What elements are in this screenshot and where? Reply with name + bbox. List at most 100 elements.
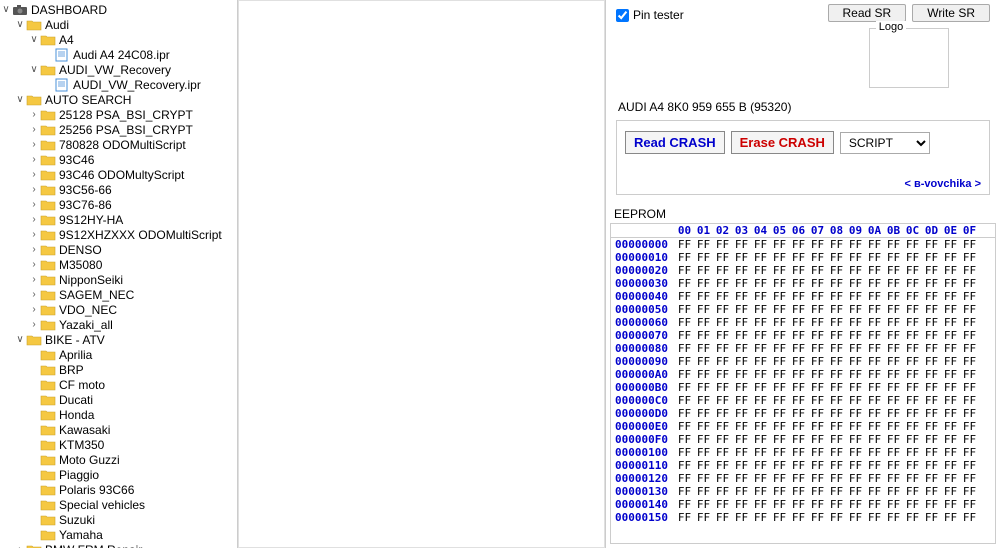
hex-byte[interactable]: FF [751, 251, 770, 264]
hex-byte[interactable]: FF [865, 303, 884, 316]
hex-byte[interactable]: FF [713, 394, 732, 407]
hex-byte[interactable]: FF [675, 459, 694, 472]
hex-byte[interactable]: FF [694, 485, 713, 498]
hex-byte[interactable]: FF [922, 485, 941, 498]
hex-byte[interactable]: FF [884, 264, 903, 277]
hex-byte[interactable]: FF [808, 459, 827, 472]
hex-byte[interactable]: FF [770, 342, 789, 355]
hex-byte[interactable]: FF [960, 316, 979, 329]
hex-byte[interactable]: FF [903, 238, 922, 251]
hex-byte[interactable]: FF [941, 485, 960, 498]
hex-byte[interactable]: FF [884, 381, 903, 394]
hex-byte[interactable]: FF [713, 342, 732, 355]
hex-byte[interactable]: FF [789, 472, 808, 485]
hex-byte[interactable]: FF [903, 277, 922, 290]
hex-row[interactable]: 00000100FFFFFFFFFFFFFFFFFFFFFFFFFFFFFFFF [611, 446, 995, 459]
hex-byte[interactable]: FF [903, 459, 922, 472]
hex-row[interactable]: 000000C0FFFFFFFFFFFFFFFFFFFFFFFFFFFFFFFF [611, 394, 995, 407]
hex-byte[interactable]: FF [884, 251, 903, 264]
hex-byte[interactable]: FF [960, 238, 979, 251]
tree-toggle[interactable]: › [28, 244, 40, 255]
tree-audi-a4[interactable]: ∨A4 [0, 32, 237, 47]
hex-byte[interactable]: FF [751, 290, 770, 303]
hex-byte[interactable]: FF [922, 303, 941, 316]
hex-byte[interactable]: FF [751, 342, 770, 355]
hex-byte[interactable]: FF [789, 303, 808, 316]
hex-byte[interactable]: FF [903, 420, 922, 433]
tree-bike-3[interactable]: Ducati [0, 392, 237, 407]
tree-bike-10[interactable]: Special vehicles [0, 497, 237, 512]
hex-byte[interactable]: FF [694, 394, 713, 407]
hex-byte[interactable]: FF [884, 433, 903, 446]
hex-row[interactable]: 00000150FFFFFFFFFFFFFFFFFFFFFFFFFFFFFFFF [611, 511, 995, 524]
hex-row[interactable]: 00000120FFFFFFFFFFFFFFFFFFFFFFFFFFFFFFFF [611, 472, 995, 485]
hex-byte[interactable]: FF [789, 316, 808, 329]
hex-byte[interactable]: FF [789, 485, 808, 498]
hex-byte[interactable]: FF [960, 329, 979, 342]
hex-byte[interactable]: FF [941, 407, 960, 420]
hex-byte[interactable]: FF [808, 498, 827, 511]
tree-toggle[interactable]: ∨ [14, 94, 26, 105]
tree-autosearch-12[interactable]: ›SAGEM_NEC [0, 287, 237, 302]
hex-byte[interactable]: FF [827, 381, 846, 394]
hex-byte[interactable]: FF [751, 238, 770, 251]
hex-byte[interactable]: FF [789, 238, 808, 251]
hex-byte[interactable]: FF [922, 368, 941, 381]
hex-byte[interactable]: FF [960, 290, 979, 303]
tree-autosearch-4[interactable]: ›93C46 ODOMultyScript [0, 167, 237, 182]
hex-byte[interactable]: FF [675, 303, 694, 316]
tree-autosearch-8[interactable]: ›9S12XHZXXX ODOMultiScript [0, 227, 237, 242]
hex-byte[interactable]: FF [865, 277, 884, 290]
hex-byte[interactable]: FF [789, 394, 808, 407]
author-link[interactable]: < в-vovchika > [905, 178, 981, 190]
hex-byte[interactable]: FF [884, 485, 903, 498]
tree-autosearch-5[interactable]: ›93C56-66 [0, 182, 237, 197]
hex-byte[interactable]: FF [808, 446, 827, 459]
hex-byte[interactable]: FF [865, 329, 884, 342]
hex-byte[interactable]: FF [846, 459, 865, 472]
hex-byte[interactable]: FF [941, 511, 960, 524]
hex-byte[interactable]: FF [732, 381, 751, 394]
tree-autosearch-11[interactable]: ›NipponSeiki [0, 272, 237, 287]
hex-byte[interactable]: FF [808, 277, 827, 290]
hex-byte[interactable]: FF [713, 290, 732, 303]
hex-byte[interactable]: FF [713, 316, 732, 329]
tree-toggle[interactable]: › [28, 124, 40, 135]
hex-byte[interactable]: FF [770, 368, 789, 381]
hex-byte[interactable]: FF [884, 472, 903, 485]
hex-byte[interactable]: FF [751, 381, 770, 394]
hex-byte[interactable]: FF [922, 251, 941, 264]
hex-byte[interactable]: FF [827, 342, 846, 355]
hex-byte[interactable]: FF [865, 381, 884, 394]
hex-byte[interactable]: FF [846, 316, 865, 329]
hex-row[interactable]: 00000090FFFFFFFFFFFFFFFFFFFFFFFFFFFFFFFF [611, 355, 995, 368]
hex-byte[interactable]: FF [884, 238, 903, 251]
hex-byte[interactable]: FF [789, 264, 808, 277]
hex-byte[interactable]: FF [789, 277, 808, 290]
hex-byte[interactable]: FF [808, 485, 827, 498]
hex-byte[interactable]: FF [713, 355, 732, 368]
hex-byte[interactable]: FF [808, 381, 827, 394]
hex-byte[interactable]: FF [770, 316, 789, 329]
hex-byte[interactable]: FF [960, 277, 979, 290]
hex-byte[interactable]: FF [713, 433, 732, 446]
hex-byte[interactable]: FF [770, 303, 789, 316]
tree-bike-11[interactable]: Suzuki [0, 512, 237, 527]
hex-byte[interactable]: FF [884, 446, 903, 459]
hex-byte[interactable]: FF [713, 472, 732, 485]
hex-row[interactable]: 000000E0FFFFFFFFFFFFFFFFFFFFFFFFFFFFFFFF [611, 420, 995, 433]
hex-byte[interactable]: FF [941, 420, 960, 433]
hex-byte[interactable]: FF [846, 433, 865, 446]
hex-byte[interactable]: FF [675, 498, 694, 511]
hex-byte[interactable]: FF [865, 342, 884, 355]
hex-byte[interactable]: FF [941, 433, 960, 446]
tree-bike-8[interactable]: Piaggio [0, 467, 237, 482]
hex-byte[interactable]: FF [751, 316, 770, 329]
hex-byte[interactable]: FF [694, 368, 713, 381]
tree-autosearch-0[interactable]: ›25128 PSA_BSI_CRYPT [0, 107, 237, 122]
hex-byte[interactable]: FF [903, 316, 922, 329]
hex-byte[interactable]: FF [922, 420, 941, 433]
hex-byte[interactable]: FF [922, 290, 941, 303]
tree-autosearch-1[interactable]: ›25256 PSA_BSI_CRYPT [0, 122, 237, 137]
hex-byte[interactable]: FF [713, 511, 732, 524]
